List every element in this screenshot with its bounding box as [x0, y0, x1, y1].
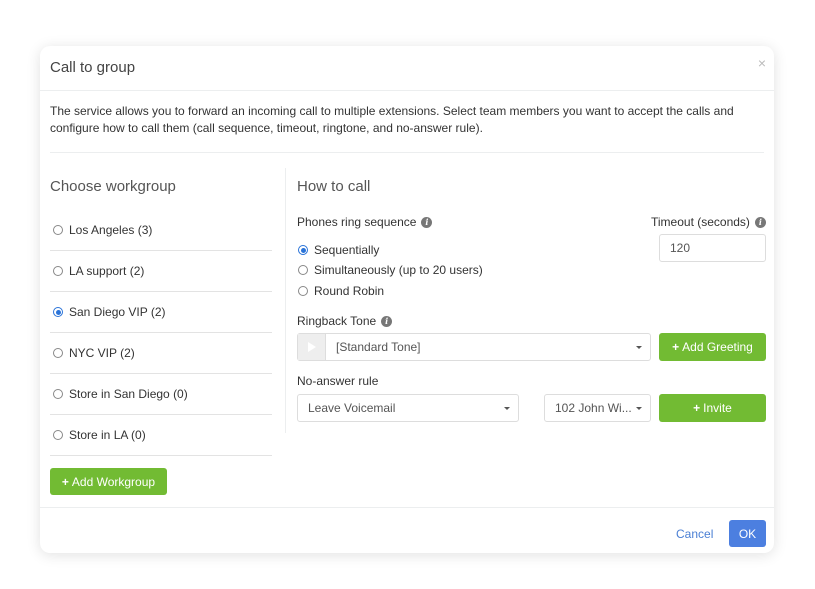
dialog-title: Call to group [50, 59, 136, 76]
add-workgroup-button[interactable]: + Add Workgroup [50, 468, 167, 495]
extension-select[interactable]: 102 John Wi... [544, 394, 651, 422]
workgroup-label: Los Angeles (3) [69, 223, 153, 237]
how-to-call-panel: How to call Phones ring sequence i Seque… [297, 166, 767, 486]
plus-icon: + [61, 474, 69, 489]
radio-button[interactable] [53, 430, 63, 440]
workgroup-item[interactable]: Los Angeles (3) [50, 210, 272, 251]
radio-button[interactable] [298, 265, 308, 275]
workgroup-list: Los Angeles (3) LA support (2) San Diego… [50, 210, 272, 456]
workgroup-item[interactable]: Store in San Diego (0) [50, 374, 272, 415]
timeout-value: 120 [670, 241, 691, 255]
ring-sequence-label: Phones ring sequence i [297, 215, 433, 229]
info-icon[interactable]: i [421, 216, 433, 228]
no-answer-value: Leave Voicemail [308, 401, 396, 415]
plus-icon: + [672, 340, 680, 354]
radio-button[interactable] [53, 348, 63, 358]
workgroup-item[interactable]: San Diego VIP (2) [50, 292, 272, 333]
workgroup-label: LA support (2) [69, 264, 145, 278]
ring-option-sequentially[interactable]: Sequentially [297, 243, 379, 257]
chevron-down-icon [504, 407, 510, 410]
workgroup-label: NYC VIP (2) [69, 346, 135, 360]
no-answer-label: No-answer rule [297, 374, 378, 388]
ring-option-label: Sequentially [314, 243, 380, 257]
add-greeting-label: Add Greeting [682, 340, 753, 354]
radio-button-selected[interactable] [298, 245, 308, 255]
ringback-value: [Standard Tone] [336, 340, 421, 354]
how-to-call-title: How to call [297, 178, 371, 195]
close-icon[interactable]: × [758, 55, 766, 71]
radio-button[interactable] [53, 225, 63, 235]
extension-value: 102 John Wi... [555, 401, 632, 415]
footer-divider [40, 507, 774, 508]
add-workgroup-label: Add Workgroup [71, 474, 156, 489]
timeout-input[interactable]: 120 [659, 234, 766, 262]
radio-button[interactable] [53, 389, 63, 399]
workgroup-title: Choose workgroup [50, 178, 176, 195]
ring-option-label: Simultaneously (up to 20 users) [314, 263, 483, 277]
call-to-group-dialog: Call to group × The service allows you t… [40, 46, 774, 553]
invite-button[interactable]: + Invite [659, 394, 766, 422]
no-answer-select[interactable]: Leave Voicemail [297, 394, 519, 422]
plus-icon: + [693, 401, 701, 415]
invite-label: Invite [703, 401, 732, 415]
workgroup-item[interactable]: Store in LA (0) [50, 415, 272, 456]
ring-sequence-text: Phones ring sequence [297, 215, 417, 229]
chevron-down-icon [636, 407, 642, 410]
ring-option-simultaneously[interactable]: Simultaneously (up to 20 users) [297, 263, 483, 277]
divider [50, 152, 764, 153]
ringback-text: Ringback Tone [297, 314, 377, 328]
dialog-header: Call to group × [40, 46, 774, 91]
ring-option-label: Round Robin [314, 284, 385, 298]
no-answer-text: No-answer rule [297, 374, 379, 388]
ok-button[interactable]: OK [729, 520, 766, 547]
add-greeting-button[interactable]: + Add Greeting [659, 333, 766, 361]
ring-option-round-robin[interactable]: Round Robin [297, 284, 384, 298]
info-icon[interactable]: i [381, 315, 393, 327]
workgroup-label: Store in San Diego (0) [69, 387, 188, 401]
timeout-label: Timeout (seconds) i [651, 215, 766, 229]
timeout-text: Timeout (seconds) [651, 215, 750, 229]
ringback-select[interactable]: [Standard Tone] [297, 333, 651, 361]
info-icon[interactable]: i [754, 216, 766, 228]
radio-button[interactable] [298, 286, 308, 296]
workgroup-item[interactable]: NYC VIP (2) [50, 333, 272, 374]
play-icon [307, 342, 316, 352]
workgroup-item[interactable]: LA support (2) [50, 251, 272, 292]
workgroup-label: San Diego VIP (2) [69, 305, 166, 319]
column-divider [285, 168, 286, 433]
radio-button-selected[interactable] [53, 307, 63, 317]
play-button[interactable] [298, 334, 326, 360]
radio-button[interactable] [53, 266, 63, 276]
cancel-button[interactable]: Cancel [676, 527, 713, 541]
chevron-down-icon [636, 346, 642, 349]
ringback-label: Ringback Tone i [297, 314, 393, 328]
dialog-description: The service allows you to forward an inc… [50, 104, 734, 135]
workgroup-label: Store in LA (0) [69, 428, 146, 442]
